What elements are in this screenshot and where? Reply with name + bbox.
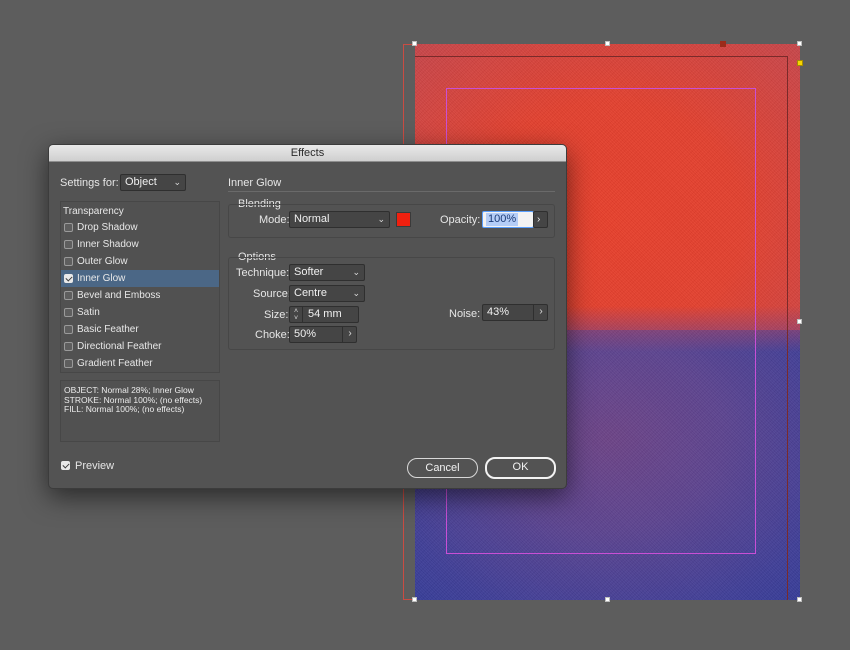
noise-input[interactable]: 43% › bbox=[482, 304, 548, 321]
list-item-bevel-and-emboss[interactable]: Bevel and Emboss bbox=[61, 287, 219, 304]
ok-button-label: OK bbox=[512, 461, 529, 473]
effects-summary: OBJECT: Normal 28%; Inner Glow STROKE: N… bbox=[60, 380, 220, 442]
noise-label: Noise: bbox=[449, 308, 481, 320]
list-item-drop-shadow[interactable]: Drop Shadow bbox=[61, 219, 219, 236]
chevron-down-icon: ⌄ bbox=[377, 214, 385, 224]
source-dropdown[interactable]: Centre ⌄ bbox=[289, 285, 365, 302]
dialog-titlebar[interactable]: Effects bbox=[49, 145, 566, 162]
list-item-basic-feather[interactable]: Basic Feather bbox=[61, 321, 219, 338]
chevron-down-icon: ⌄ bbox=[173, 177, 181, 187]
list-item-label: Satin bbox=[77, 307, 100, 318]
list-item-inner-glow[interactable]: Inner Glow bbox=[61, 270, 219, 287]
technique-label: Technique: bbox=[236, 267, 290, 279]
chevron-right-icon[interactable]: › bbox=[533, 304, 548, 321]
effects-list: Transparency Drop Shadow Inner Shadow Ou… bbox=[60, 201, 220, 373]
blend-mode-value: Normal bbox=[294, 213, 330, 225]
size-label: Size: bbox=[264, 309, 289, 321]
list-item-label: Directional Feather bbox=[77, 341, 162, 352]
choke-value: 50% bbox=[294, 328, 317, 340]
list-item-directional-feather[interactable]: Directional Feather bbox=[61, 338, 219, 355]
list-item-label: Gradient Feather bbox=[77, 358, 153, 369]
opacity-popup-button[interactable]: › bbox=[533, 211, 548, 228]
summary-line-fill: FILL: Normal 100%; (no effects) bbox=[64, 404, 185, 414]
checkbox-outer-glow[interactable] bbox=[64, 257, 73, 266]
handle-top-left[interactable] bbox=[412, 41, 417, 46]
preview-label: Preview bbox=[75, 460, 115, 472]
cancel-button[interactable]: Cancel bbox=[407, 458, 478, 478]
handle-bottom-right[interactable] bbox=[797, 597, 802, 602]
handle-bottom-left[interactable] bbox=[412, 597, 417, 602]
mode-label: Mode: bbox=[259, 214, 290, 226]
checkbox-satin[interactable] bbox=[64, 308, 73, 317]
handle-content-grabber[interactable] bbox=[720, 41, 726, 47]
checkbox-inner-shadow[interactable] bbox=[64, 240, 73, 249]
settings-for-value: Object bbox=[125, 176, 157, 188]
dialog-title: Effects bbox=[290, 147, 325, 159]
chevron-down-icon: ⌄ bbox=[352, 288, 360, 298]
list-item-inner-shadow[interactable]: Inner Shadow bbox=[61, 236, 219, 253]
preview-checkbox[interactable] bbox=[61, 461, 70, 470]
checkbox-directional-feather[interactable] bbox=[64, 342, 73, 351]
stepper-icon[interactable]: ˄ ˅ bbox=[290, 307, 303, 322]
section-divider bbox=[228, 191, 555, 192]
list-item-label: Basic Feather bbox=[77, 324, 139, 335]
opacity-input[interactable]: 100% bbox=[482, 211, 534, 228]
handle-top-right[interactable] bbox=[797, 41, 802, 46]
cancel-button-label: Cancel bbox=[425, 462, 460, 474]
list-header-transparency[interactable]: Transparency bbox=[63, 206, 124, 217]
opacity-value: 100% bbox=[486, 213, 519, 226]
blend-mode-dropdown[interactable]: Normal ⌄ bbox=[289, 211, 390, 228]
chevron-right-icon[interactable]: › bbox=[342, 326, 357, 343]
handle-top-center[interactable] bbox=[605, 41, 610, 46]
size-input[interactable]: ˄ ˅ 54 mm bbox=[289, 306, 359, 323]
list-item-outer-glow[interactable]: Outer Glow bbox=[61, 253, 219, 270]
list-item-label: Outer Glow bbox=[77, 256, 128, 267]
handle-corner-option[interactable] bbox=[797, 60, 803, 66]
handle-bottom-center[interactable] bbox=[605, 597, 610, 602]
checkbox-gradient-feather[interactable] bbox=[64, 359, 73, 368]
checkbox-drop-shadow[interactable] bbox=[64, 223, 73, 232]
handle-middle-right[interactable] bbox=[797, 319, 802, 324]
choke-label: Choke: bbox=[255, 329, 290, 341]
chevron-down-icon: ⌄ bbox=[352, 267, 360, 277]
checkbox-inner-glow[interactable] bbox=[64, 274, 73, 283]
ok-button[interactable]: OK bbox=[485, 457, 556, 479]
technique-value: Softer bbox=[294, 266, 324, 278]
settings-for-dropdown[interactable]: Object ⌄ bbox=[120, 174, 186, 191]
choke-input[interactable]: 50% › bbox=[289, 326, 357, 343]
list-item-label: Drop Shadow bbox=[77, 222, 138, 233]
list-item-gradient-feather[interactable]: Gradient Feather bbox=[61, 355, 219, 372]
noise-value: 43% bbox=[487, 306, 510, 318]
glow-color-swatch[interactable] bbox=[396, 212, 411, 227]
list-item-satin[interactable]: Satin bbox=[61, 304, 219, 321]
checkbox-bevel-and-emboss[interactable] bbox=[64, 291, 73, 300]
list-item-label: Bevel and Emboss bbox=[77, 290, 161, 301]
source-value: Centre bbox=[294, 287, 328, 299]
source-label: Source: bbox=[253, 288, 291, 300]
opacity-label: Opacity: bbox=[440, 214, 481, 226]
size-value: 54 mm bbox=[308, 308, 342, 320]
list-item-label: Inner Glow bbox=[77, 273, 126, 284]
settings-for-label: Settings for: bbox=[60, 177, 119, 189]
checkbox-basic-feather[interactable] bbox=[64, 325, 73, 334]
list-item-label: Inner Shadow bbox=[77, 239, 139, 250]
section-title: Inner Glow bbox=[228, 177, 282, 189]
chevron-right-icon: › bbox=[537, 214, 541, 225]
effects-dialog: Effects Settings for: Object ⌄ Inner Glo… bbox=[48, 144, 567, 489]
technique-dropdown[interactable]: Softer ⌄ bbox=[289, 264, 365, 281]
